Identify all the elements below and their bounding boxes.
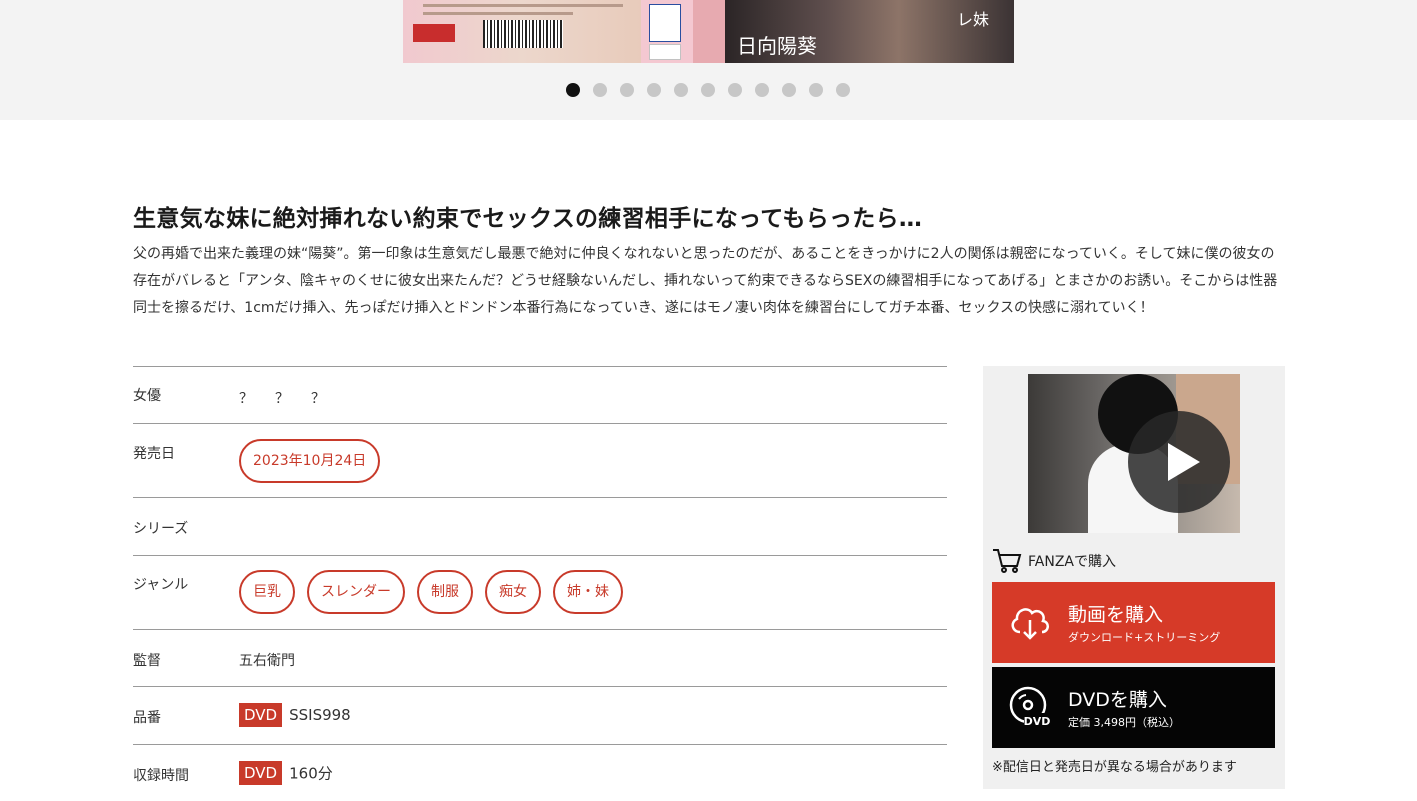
slider-dot[interactable] [809, 83, 823, 97]
image-slider: 日向陽葵 レ妹 [0, 0, 1417, 120]
product-cover-image[interactable]: 日向陽葵 レ妹 [403, 0, 1014, 63]
buy-dvd-button[interactable]: DVD DVDを購入 定価 3,498円（税込） [992, 667, 1275, 748]
page-title: 生意気な妹に絶対挿れない約束でセックスの練習相手になってもらったら… [133, 206, 923, 233]
sample-video-thumbnail[interactable] [1028, 374, 1240, 533]
buy-dvd-label: DVDを購入 [1068, 689, 1167, 711]
slider-dot[interactable] [620, 83, 634, 97]
slider-dot[interactable] [728, 83, 742, 97]
cover-spine [641, 0, 693, 63]
director-label: 監督 [133, 653, 161, 669]
rating-logo-icon [649, 4, 681, 42]
dvd-tag: DVD [239, 761, 283, 785]
fanza-label: FANZAで購入 [1028, 554, 1116, 570]
buy-dvd-price: 定価 3,498円（税込） [1068, 716, 1180, 729]
genre-pill[interactable]: 痴女 [485, 570, 541, 614]
info-row-product-code: 品番 DVD SSIS998 [133, 686, 947, 744]
purchase-sidebar: FANZAで購入 動画を購入 ダウンロード+ストリーミング DVD DVDを購入… [983, 366, 1285, 789]
info-row-genre: ジャンル 巨乳 スレンダー 制服 痴女 姉・妹 [133, 555, 947, 629]
info-row-release: 発売日 2023年10月24日 [133, 423, 947, 497]
dvd-icon-text: DVD [1024, 715, 1051, 728]
info-row-duration: 収録時間 DVD 160分 [133, 744, 947, 801]
barcode-icon [483, 20, 563, 48]
cart-icon [993, 549, 1022, 573]
play-icon [1168, 443, 1200, 481]
cover-name-text: 日向陽葵 [737, 34, 817, 58]
genre-pill[interactable]: 巨乳 [239, 570, 295, 614]
duration-value: 160分 [289, 764, 333, 783]
product-description: 父の再婚で出来た義理の妹“陽葵”。第一印象は生意気だし最悪で絶対に仲良くなれない… [133, 246, 1278, 316]
slider-dot[interactable] [593, 83, 607, 97]
dvd-disc-icon: DVD [1009, 686, 1051, 728]
slider-dot[interactable] [701, 83, 715, 97]
slider-dots [566, 83, 850, 97]
genre-pill[interactable]: 制服 [417, 570, 473, 614]
dvd-tag: DVD [239, 703, 283, 727]
info-row-actress: 女優 ？？？ [133, 366, 947, 423]
slider-dot[interactable] [647, 83, 661, 97]
label-logo-icon [413, 24, 455, 42]
product-code-label: 品番 [133, 710, 161, 726]
genre-pill[interactable]: 姉・妹 [553, 570, 623, 614]
actress-label: 女優 [133, 388, 161, 404]
product-code-value: SSIS998 [289, 706, 351, 724]
cover-edge [693, 0, 725, 63]
slider-dot[interactable] [782, 83, 796, 97]
fanza-purchase-heading: FANZAで購入 [992, 549, 1116, 573]
slider-dot[interactable] [566, 83, 580, 97]
info-row-director: 監督 五右衛門 [133, 629, 947, 686]
director-value[interactable]: 五右衛門 [239, 650, 295, 670]
download-icon [1011, 608, 1049, 640]
slider-dot[interactable] [755, 83, 769, 97]
genre-pill[interactable]: スレンダー [307, 570, 405, 614]
product-info-table: 女優 ？？？ 発売日 2023年10月24日 シリーズ ジャンル 巨乳 スレンダー… [133, 366, 947, 801]
genre-label: ジャンル [133, 577, 189, 593]
series-label: シリーズ [133, 521, 189, 537]
genre-list: 巨乳 スレンダー 制服 痴女 姉・妹 [239, 570, 635, 614]
actress-value: ？？？ [239, 391, 347, 407]
price-sticker-icon [649, 44, 681, 60]
buy-video-sub: ダウンロード+ストリーミング [1068, 631, 1221, 644]
duration-label: 収録時間 [133, 768, 189, 784]
release-note: ※配信日と発売日が異なる場合があります [992, 760, 1237, 775]
cover-sub-text: レ妹 [957, 10, 990, 29]
slider-dot[interactable] [836, 83, 850, 97]
info-row-series: シリーズ [133, 497, 947, 555]
buy-video-button[interactable]: 動画を購入 ダウンロード+ストリーミング [992, 582, 1275, 663]
release-label: 発売日 [133, 446, 175, 462]
buy-video-label: 動画を購入 [1068, 604, 1164, 626]
release-date-pill[interactable]: 2023年10月24日 [239, 439, 381, 483]
slider-dot[interactable] [674, 83, 688, 97]
cover-back [403, 0, 641, 63]
cover-photo: 日向陽葵 レ妹 [725, 0, 1014, 63]
play-button[interactable] [1128, 411, 1230, 513]
